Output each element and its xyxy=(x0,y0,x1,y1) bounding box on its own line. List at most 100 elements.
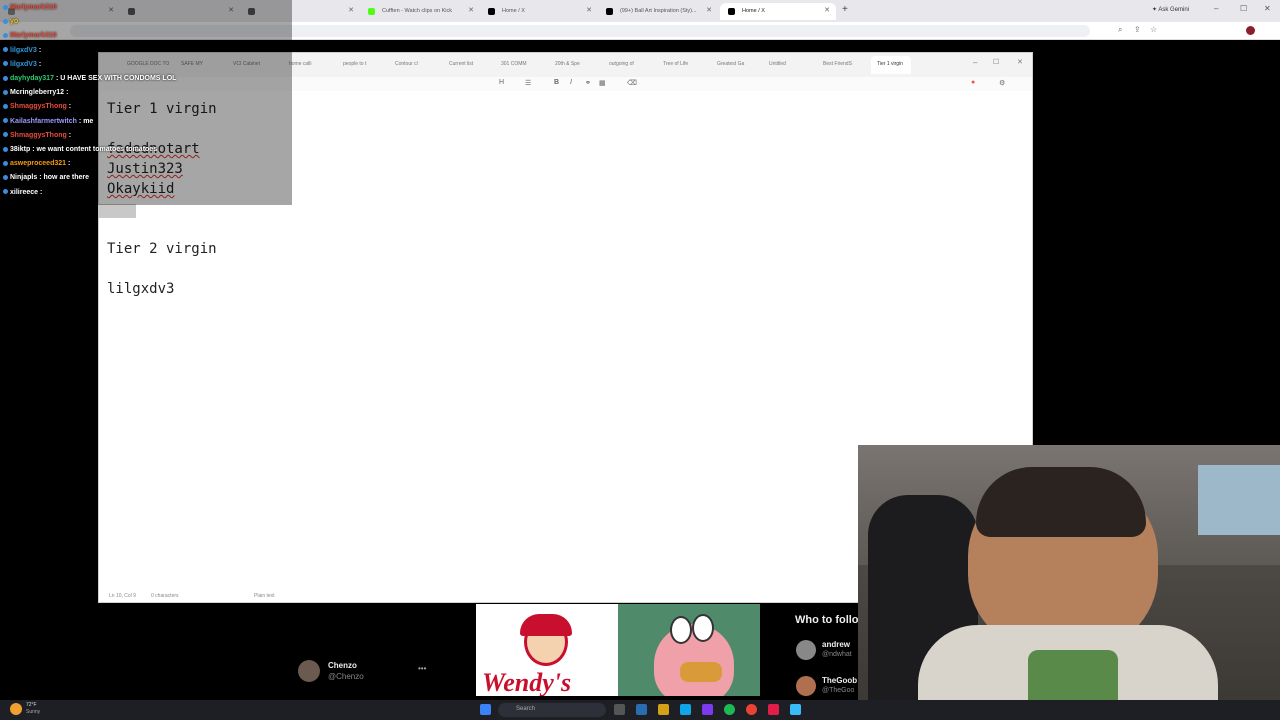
notepad-icon[interactable] xyxy=(790,704,801,715)
editor-tab[interactable]: people to t xyxy=(343,61,366,67)
user-handle: @Chenzo xyxy=(328,672,364,681)
chat-message: Marlymark310 xyxy=(3,32,59,39)
search-icon[interactable]: ⌕ xyxy=(1118,25,1122,35)
who-to-follow-panel: Who to follo andrew @ndwhat TheGoob @The… xyxy=(760,604,860,696)
redacted-block xyxy=(98,204,136,218)
patrick-image xyxy=(618,604,760,696)
wendys-image: Wendy's xyxy=(476,604,618,696)
avatar[interactable] xyxy=(796,676,816,696)
who-to-follow-title: Who to follo xyxy=(795,614,859,626)
suggestion-name[interactable]: TheGoob xyxy=(822,676,857,685)
editor-tab[interactable]: Untitled xyxy=(769,61,786,67)
italic-icon[interactable]: I xyxy=(570,79,572,86)
text-mode[interactable]: Plain text xyxy=(254,593,275,599)
close-icon[interactable]: ✕ xyxy=(824,6,830,14)
table-icon[interactable]: ▦ xyxy=(599,79,606,87)
window xyxy=(1198,465,1280,535)
chat-message: Marlymark310 xyxy=(3,4,59,11)
editor-tab[interactable]: Current list xyxy=(449,61,473,67)
star-icon[interactable]: ☆ xyxy=(1150,25,1157,34)
minimize-icon[interactable]: – xyxy=(1214,4,1218,13)
maximize-icon[interactable]: ☐ xyxy=(993,58,999,66)
new-tab-icon[interactable]: + xyxy=(842,4,848,15)
browser-tab[interactable]: Home / X ✕ xyxy=(480,3,598,20)
edge-browser-icon[interactable] xyxy=(680,704,691,715)
close-icon[interactable]: ✕ xyxy=(706,6,712,14)
weather-icon[interactable] xyxy=(10,703,22,715)
badge-icon xyxy=(3,4,8,10)
chat-username: 38iktp xyxy=(10,146,31,153)
more-icon[interactable]: ••• xyxy=(418,664,426,673)
close-window-icon[interactable]: ✕ xyxy=(1264,4,1271,13)
minimize-icon[interactable]: – xyxy=(973,58,977,67)
stream-chat-overlay: Marlymark310 yo Marlymark310 lilgxdV3: lilgx… xyxy=(0,0,292,205)
close-icon[interactable]: ✕ xyxy=(468,6,474,14)
edge-icon[interactable] xyxy=(636,704,647,715)
settings-icon[interactable]: ⚙ xyxy=(999,79,1005,87)
copilot-icon[interactable]: ● xyxy=(971,79,975,86)
close-icon[interactable]: ✕ xyxy=(348,6,354,14)
app-icon[interactable] xyxy=(702,704,713,715)
heading-icon[interactable]: H xyxy=(499,79,504,86)
avatar[interactable] xyxy=(1246,26,1255,35)
avatar[interactable] xyxy=(796,640,816,660)
link-icon[interactable]: ⚭ xyxy=(585,79,591,87)
chat-text: : xyxy=(38,46,42,54)
chat-message: dayhyday317: U HAVE SEX WITH CONDOMS LOL xyxy=(3,75,176,82)
suggestion-name[interactable]: andrew xyxy=(822,640,850,649)
chat-username: Ninjapls xyxy=(10,174,38,182)
chrome-icon[interactable] xyxy=(746,704,757,715)
editor-tab[interactable]: home calli xyxy=(289,61,312,67)
browser-tab-active[interactable]: Home / X ✕ xyxy=(720,3,836,20)
editor-tab[interactable]: outgoing of xyxy=(609,61,634,67)
suggestion-handle: @TheGoo xyxy=(822,687,855,694)
start-icon[interactable] xyxy=(480,704,491,715)
editor-tab[interactable]: Contour cl xyxy=(395,61,418,67)
browser-tab[interactable]: Cufften - Watch clips on Kick ✕ xyxy=(360,3,480,20)
bold-icon[interactable]: B xyxy=(554,79,559,86)
editor-tab[interactable]: 20th & Spe xyxy=(555,61,580,67)
spotify-icon[interactable] xyxy=(724,704,735,715)
chat-username: ShmaggysThong xyxy=(10,131,67,139)
browser-tab[interactable]: (99+) Ball Art Inspiration (Sty)... ✕ xyxy=(598,3,718,20)
chat-text: : xyxy=(68,131,72,139)
chat-message: yo xyxy=(3,18,20,25)
task-view-icon[interactable] xyxy=(614,704,625,715)
webcam-feed xyxy=(858,445,1280,720)
chat-username: Mcringleberry12 xyxy=(10,89,65,97)
editor-tab-active[interactable]: Tier 1 virgin xyxy=(871,56,911,74)
maximize-icon[interactable]: ☐ xyxy=(1240,4,1247,13)
editor-tab[interactable]: Best FriendS xyxy=(823,61,852,67)
app-icon[interactable] xyxy=(768,704,779,715)
chat-username: Marlymark310 xyxy=(10,4,57,11)
user-name: Chenzo xyxy=(328,661,357,670)
list-icon[interactable]: ☰ xyxy=(525,79,531,87)
close-icon[interactable]: ✕ xyxy=(586,6,592,14)
badge-icon xyxy=(3,18,8,24)
chat-text: : we want content tomatoes tomatoes xyxy=(32,146,158,153)
chat-text: : U HAVE SEX WITH CONDOMS LOL xyxy=(55,75,177,82)
badge-icon xyxy=(3,118,8,124)
chat-message: xilireece: xyxy=(3,189,42,196)
wendy-hair xyxy=(520,614,572,636)
chat-message: Mcringleberry12: xyxy=(3,89,68,96)
badge-icon xyxy=(3,47,8,53)
folder-icon[interactable] xyxy=(658,704,669,715)
taskbar-search[interactable]: Search xyxy=(498,703,606,717)
share-icon[interactable]: ⇪ xyxy=(1134,25,1141,34)
editor-tab[interactable]: Greatest Ga xyxy=(717,61,744,67)
badge-icon xyxy=(3,189,8,195)
x-logo-icon xyxy=(606,8,613,15)
close-icon[interactable]: ✕ xyxy=(1017,58,1023,66)
cursor-position: Ln 10, Col 9 xyxy=(109,593,136,599)
editor-tab[interactable]: Tree of Life xyxy=(663,61,688,67)
editor-tab[interactable]: 301 COMM xyxy=(501,61,527,67)
chat-message: Kailashfarmertwitch: me xyxy=(3,118,93,125)
ask-gemini-button[interactable]: ✦ Ask Gemini xyxy=(1152,6,1189,13)
user-card[interactable]: Chenzo @Chenzo ••• xyxy=(298,658,438,684)
chat-username: asweproceed321 xyxy=(10,160,67,168)
chat-message: Ninjapls: how are there xyxy=(3,174,89,181)
clear-format-icon[interactable]: ⌫ xyxy=(627,79,637,87)
badge-icon xyxy=(3,146,8,152)
char-count: 0 characters xyxy=(151,593,179,599)
